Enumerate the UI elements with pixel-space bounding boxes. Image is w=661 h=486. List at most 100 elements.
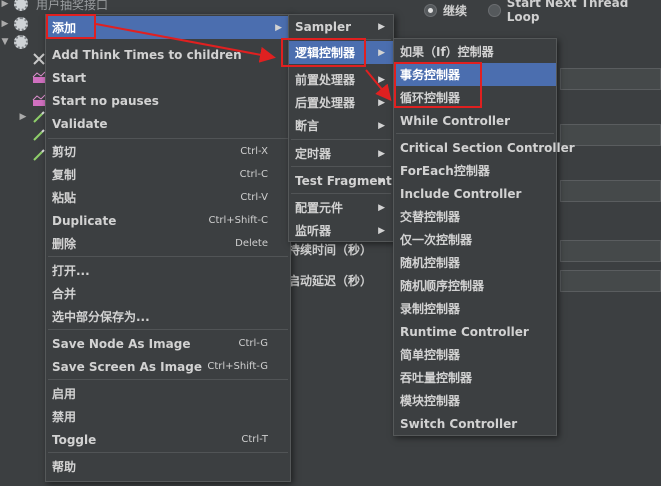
submenu-arrow-icon: ▶ [378, 74, 385, 85]
menu-item-start[interactable]: Start [46, 66, 290, 89]
menu-item-shortcut: Ctrl-T [241, 434, 268, 445]
menu-item-label: Start [52, 70, 87, 85]
menu-item-label: 随机顺序控制器 [400, 279, 485, 293]
controller-foreach[interactable]: ForEach控制器 [394, 159, 556, 182]
tree-row-selected[interactable]: ▶ [0, 14, 28, 34]
submenu-arrow-icon: ▶ [378, 47, 385, 58]
controller-include[interactable]: Include Controller [394, 182, 556, 205]
menu-item-label: 禁用 [52, 410, 77, 424]
controller-transaction[interactable]: 事务控制器 [394, 63, 556, 86]
submenu-item-sampler[interactable]: Sampler ▶ [289, 15, 393, 38]
chart-icon [32, 94, 46, 106]
menu-item-start-no-pauses[interactable]: Start no pauses [46, 89, 290, 112]
tree-row-interface[interactable]: ▶ 用户抽奖接口 [0, 0, 108, 14]
controller-while[interactable]: While Controller [394, 109, 556, 132]
controller-throughput[interactable]: 吞吐量控制器 [394, 366, 556, 389]
controller-switch[interactable]: Switch Controller [394, 412, 556, 435]
submenu-arrow-icon: ▶ [378, 148, 385, 159]
menu-item-label: Start no pauses [52, 93, 159, 108]
controller-if[interactable]: 如果（If）控制器 [394, 40, 556, 63]
menu-item-open[interactable]: 打开... [46, 259, 290, 282]
controller-random[interactable]: 随机控制器 [394, 251, 556, 274]
submenu-item-pre-processor[interactable]: 前置处理器 ▶ [289, 68, 393, 91]
controller-once-only[interactable]: 仅一次控制器 [394, 228, 556, 251]
collapse-arrow-icon[interactable]: ▼ [0, 37, 10, 47]
menu-item-label: 启用 [52, 387, 77, 401]
controller-simple[interactable]: 简单控制器 [394, 343, 556, 366]
tree-row-thread-group[interactable]: ▼ [0, 32, 28, 52]
menu-item-enable[interactable]: 启用 [46, 382, 290, 405]
pipette-icon [33, 149, 45, 161]
submenu-item-post-processor[interactable]: 后置处理器 ▶ [289, 91, 393, 114]
menu-item-label: While Controller [400, 113, 511, 128]
radio-continue-label: 继续 [443, 3, 468, 18]
submenu-arrow-icon: ▶ [378, 175, 385, 186]
menu-item-label: Save Screen As Image [52, 359, 202, 374]
menu-item-add[interactable]: 添加 ▶ [46, 16, 290, 39]
controller-loop[interactable]: 循环控制器 [394, 86, 556, 109]
gear-icon [14, 17, 28, 31]
gear-icon [14, 35, 28, 49]
menu-item-label: 吞吐量控制器 [400, 371, 473, 385]
setting-field[interactable] [560, 180, 661, 202]
submenu-item-listener[interactable]: 监听器 ▶ [289, 219, 393, 242]
menu-item-validate[interactable]: Validate [46, 112, 290, 135]
context-menu: 添加 ▶ Add Think Times to children Start Start… [45, 14, 291, 482]
menu-item-shortcut: Ctrl-X [240, 146, 268, 157]
menu-item-label: 添加 [52, 21, 77, 35]
menu-separator [396, 133, 554, 134]
duration-label: 持续时间（秒） [288, 243, 373, 257]
submenu-item-test-fragment[interactable]: Test Fragment ▶ [289, 169, 393, 192]
menu-item-label: 剪切 [52, 145, 77, 159]
submenu-item-timer[interactable]: 定时器 ▶ [289, 142, 393, 165]
menu-item-save-node-image[interactable]: Save Node As Image Ctrl-G [46, 332, 290, 355]
menu-item-add-think-times[interactable]: Add Think Times to children [46, 43, 290, 66]
expand-arrow-icon[interactable]: ▶ [18, 112, 28, 122]
startup-delay-field[interactable] [560, 270, 661, 292]
menu-item-toggle[interactable]: Toggle Ctrl-T [46, 428, 290, 451]
radio-continue[interactable]: 继续 [424, 0, 467, 20]
controller-module[interactable]: 模块控制器 [394, 389, 556, 412]
menu-item-label: ForEach控制器 [400, 164, 490, 178]
menu-item-label: 仅一次控制器 [400, 233, 473, 247]
controller-random-order[interactable]: 随机顺序控制器 [394, 274, 556, 297]
setting-field[interactable] [560, 68, 661, 90]
submenu-arrow-icon: ▶ [378, 97, 385, 108]
menu-item-save-selection[interactable]: 选中部分保存为... [46, 305, 290, 328]
menu-item-copy[interactable]: 复制 Ctrl-C [46, 163, 290, 186]
expand-arrow-icon[interactable]: ▶ [0, 0, 10, 9]
controller-recording[interactable]: 录制控制器 [394, 297, 556, 320]
menu-item-shortcut: Ctrl-C [239, 169, 268, 180]
scissors-tool-icon [33, 53, 45, 65]
duration-field[interactable] [560, 240, 661, 262]
menu-item-delete[interactable]: 删除 Delete [46, 232, 290, 255]
add-submenu: Sampler ▶ 逻辑控制器 ▶ 前置处理器 ▶ 后置处理器 ▶ 断言 ▶ 定时器 ▶ Test Fr… [288, 14, 394, 242]
controller-critical-section[interactable]: Critical Section Controller [394, 136, 575, 159]
controller-runtime[interactable]: Runtime Controller [394, 320, 556, 343]
menu-item-label: Runtime Controller [400, 324, 529, 339]
menu-item-label: 定时器 [295, 147, 332, 161]
radio-button[interactable] [488, 3, 501, 17]
menu-separator [291, 193, 391, 194]
menu-item-save-screen-image[interactable]: Save Screen As Image Ctrl+Shift-G [46, 355, 290, 378]
radio-start-next-loop[interactable]: Start Next Thread Loop [488, 0, 661, 24]
radio-button-selected[interactable] [424, 3, 437, 17]
menu-item-help[interactable]: 帮助 [46, 455, 290, 478]
menu-separator [48, 138, 288, 139]
controller-interleave[interactable]: 交替控制器 [394, 205, 556, 228]
submenu-item-logic-controller[interactable]: 逻辑控制器 ▶ [289, 41, 393, 64]
menu-item-shortcut: Ctrl+Shift-C [208, 215, 269, 226]
submenu-item-config-element[interactable]: 配置元件 ▶ [289, 196, 393, 219]
menu-item-merge[interactable]: 合并 [46, 282, 290, 305]
menu-item-label: 选中部分保存为... [52, 310, 150, 324]
setting-field[interactable] [560, 124, 661, 146]
menu-item-duplicate[interactable]: Duplicate Ctrl+Shift-C [46, 209, 290, 232]
pipette-icon [33, 129, 45, 141]
menu-item-paste[interactable]: 粘贴 Ctrl-V [46, 186, 290, 209]
menu-item-label: 后置处理器 [295, 96, 356, 110]
submenu-item-assertion[interactable]: 断言 ▶ [289, 114, 393, 137]
menu-item-label: Sampler [295, 19, 352, 34]
expand-arrow-icon[interactable]: ▶ [0, 19, 10, 29]
menu-item-cut[interactable]: 剪切 Ctrl-X [46, 140, 290, 163]
menu-item-disable[interactable]: 禁用 [46, 405, 290, 428]
